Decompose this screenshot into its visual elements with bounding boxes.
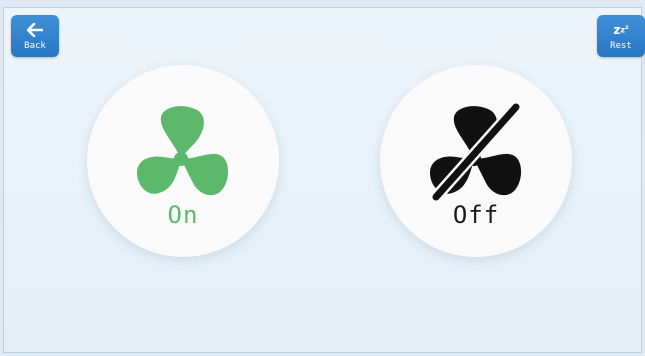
- zzz-sleep-icon: z zz: [613, 23, 629, 37]
- fan-off-icon: [430, 103, 522, 203]
- back-label: Back: [24, 41, 46, 51]
- fan-on-button[interactable]: On: [87, 65, 279, 257]
- fan-off-button[interactable]: Off: [380, 65, 572, 257]
- fan-icon: [137, 106, 229, 196]
- arrow-left-icon: [27, 21, 43, 39]
- rest-label: Rest: [610, 41, 632, 51]
- fan-off-label: Off: [452, 201, 500, 229]
- rest-button[interactable]: z zz Rest: [597, 15, 645, 57]
- fan-on-label: On: [167, 201, 199, 229]
- back-button[interactable]: Back: [11, 15, 59, 57]
